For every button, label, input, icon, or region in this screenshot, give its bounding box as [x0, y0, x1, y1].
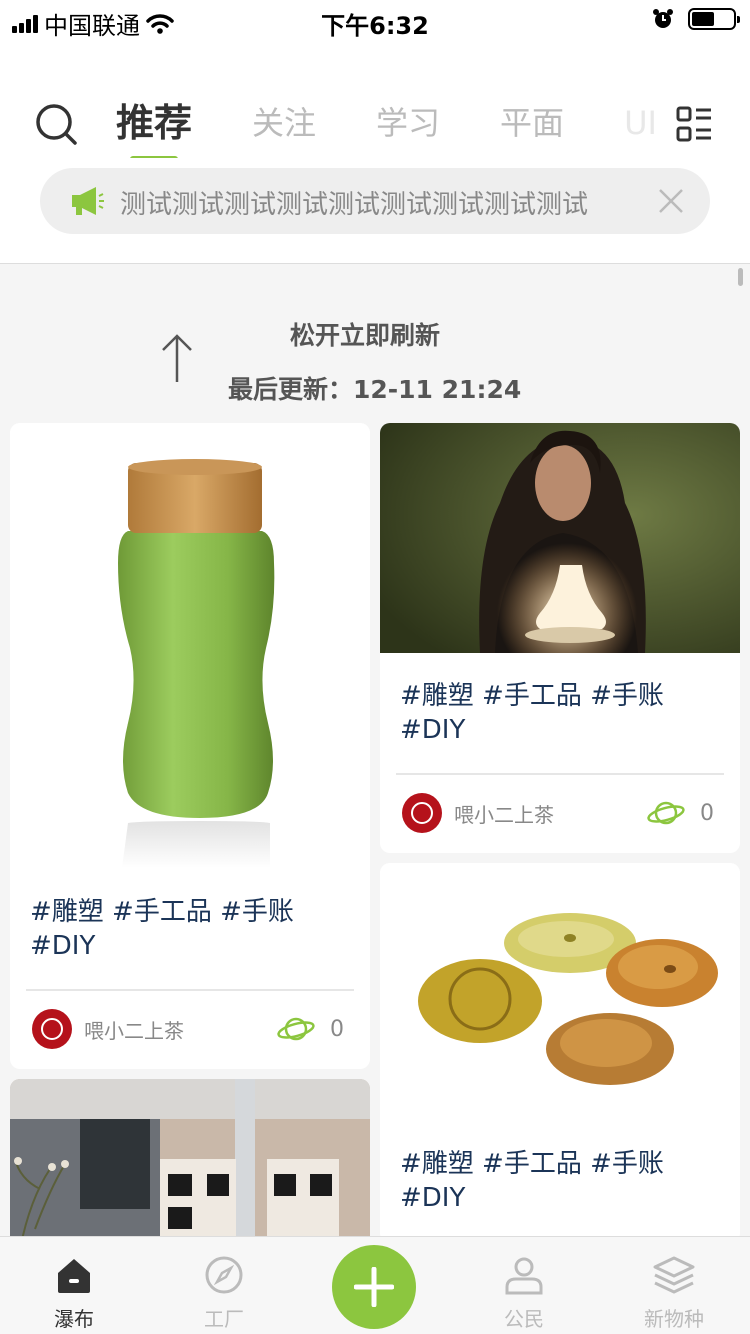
alarm-icon	[653, 9, 673, 28]
card-author[interactable]: 喂小二上茶	[32, 1009, 184, 1049]
nav-label: 瀑布	[54, 1307, 94, 1331]
tab-recommend[interactable]: 推荐	[116, 98, 192, 158]
likes-count: 0	[700, 800, 714, 826]
category-tabs: 推荐 关注 学习 平面 UI	[116, 98, 656, 158]
pull-refresh: 松开立即刷新 最后更新：12-11 21:24	[0, 300, 750, 410]
card-divider	[396, 773, 724, 775]
tab-study[interactable]: 学习	[376, 98, 440, 158]
active-tab-indicator	[130, 156, 178, 158]
card-author[interactable]: 喂小二上茶	[402, 793, 554, 833]
scroll-indicator	[738, 268, 743, 286]
status-time: 下午6:32	[321, 12, 429, 40]
home-icon	[58, 1259, 90, 1293]
tab-ui[interactable]: UI	[624, 98, 656, 158]
card-likes[interactable]: 0	[276, 1015, 344, 1043]
woman-holding-lamp-image	[380, 423, 740, 653]
card-divider	[26, 989, 354, 991]
refresh-message: 松开立即刷新	[290, 321, 441, 350]
feed-card[interactable]: #雕塑 #手工品 #手账 #DIY 喂小二上茶 0	[10, 423, 370, 1069]
card-tags[interactable]: #雕塑 #手工品 #手账 #DIY	[400, 679, 720, 747]
refresh-last-updated: 最后更新：12-11 21:24	[228, 375, 522, 404]
planet-icon	[277, 1017, 315, 1041]
yellow-clay-pieces-image	[380, 863, 740, 1123]
megaphone-icon	[72, 187, 104, 215]
likes-count: 0	[330, 1016, 344, 1042]
card-tags[interactable]: #雕塑 #手工品 #手账 #DIY	[400, 1147, 720, 1215]
status-bar: 中国联通 下午6:32	[0, 0, 750, 40]
card-likes[interactable]: 0	[646, 799, 714, 827]
avatar[interactable]	[402, 793, 442, 833]
compass-icon	[205, 1256, 243, 1294]
tab-follow[interactable]: 关注	[252, 98, 316, 158]
author-name: 喂小二上茶	[454, 802, 554, 827]
nav-factory[interactable]: 工厂	[164, 1255, 284, 1332]
layers-icon	[653, 1256, 695, 1294]
nav-citizen[interactable]: 公民	[464, 1255, 584, 1332]
status-right	[652, 8, 740, 30]
feed-card[interactable]	[10, 1079, 370, 1249]
plus-icon	[354, 1267, 394, 1307]
planet-icon	[647, 801, 685, 825]
nav-waterfall[interactable]: 瀑布	[14, 1255, 134, 1332]
nav-label: 公民	[504, 1307, 544, 1331]
add-post-button[interactable]	[332, 1245, 416, 1329]
top-header: 推荐 关注 学习 平面 UI 测试测试测试测试测试测试测试测试测试	[0, 40, 750, 264]
tab-graphic[interactable]: 平面	[500, 98, 564, 158]
search-icon[interactable]	[34, 102, 78, 146]
card-tags[interactable]: #雕塑 #手工品 #手账 #DIY	[30, 895, 350, 963]
category-grid-icon[interactable]	[676, 106, 712, 142]
author-name: 喂小二上茶	[84, 1018, 184, 1043]
feed-card[interactable]: #雕塑 #手工品 #手账 #DIY	[380, 863, 740, 1243]
nav-label: 工厂	[204, 1307, 244, 1331]
avatar[interactable]	[32, 1009, 72, 1049]
user-icon	[505, 1257, 543, 1295]
nav-label: 新物种	[644, 1307, 704, 1331]
notice-bar[interactable]: 测试测试测试测试测试测试测试测试测试	[40, 168, 710, 234]
notice-text: 测试测试测试测试测试测试测试测试测试	[120, 190, 589, 220]
close-icon[interactable]	[658, 188, 684, 214]
green-ceramic-bottle-image	[10, 423, 370, 868]
bottom-nav: 瀑布 工厂 公民 新物种	[0, 1236, 750, 1334]
battery-icon	[688, 8, 740, 30]
interior-room-image	[10, 1079, 370, 1249]
feed-card[interactable]: #雕塑 #手工品 #手账 #DIY 喂小二上茶 0	[380, 423, 740, 853]
nav-new-species[interactable]: 新物种	[614, 1255, 734, 1332]
arrow-up-icon	[162, 334, 192, 382]
